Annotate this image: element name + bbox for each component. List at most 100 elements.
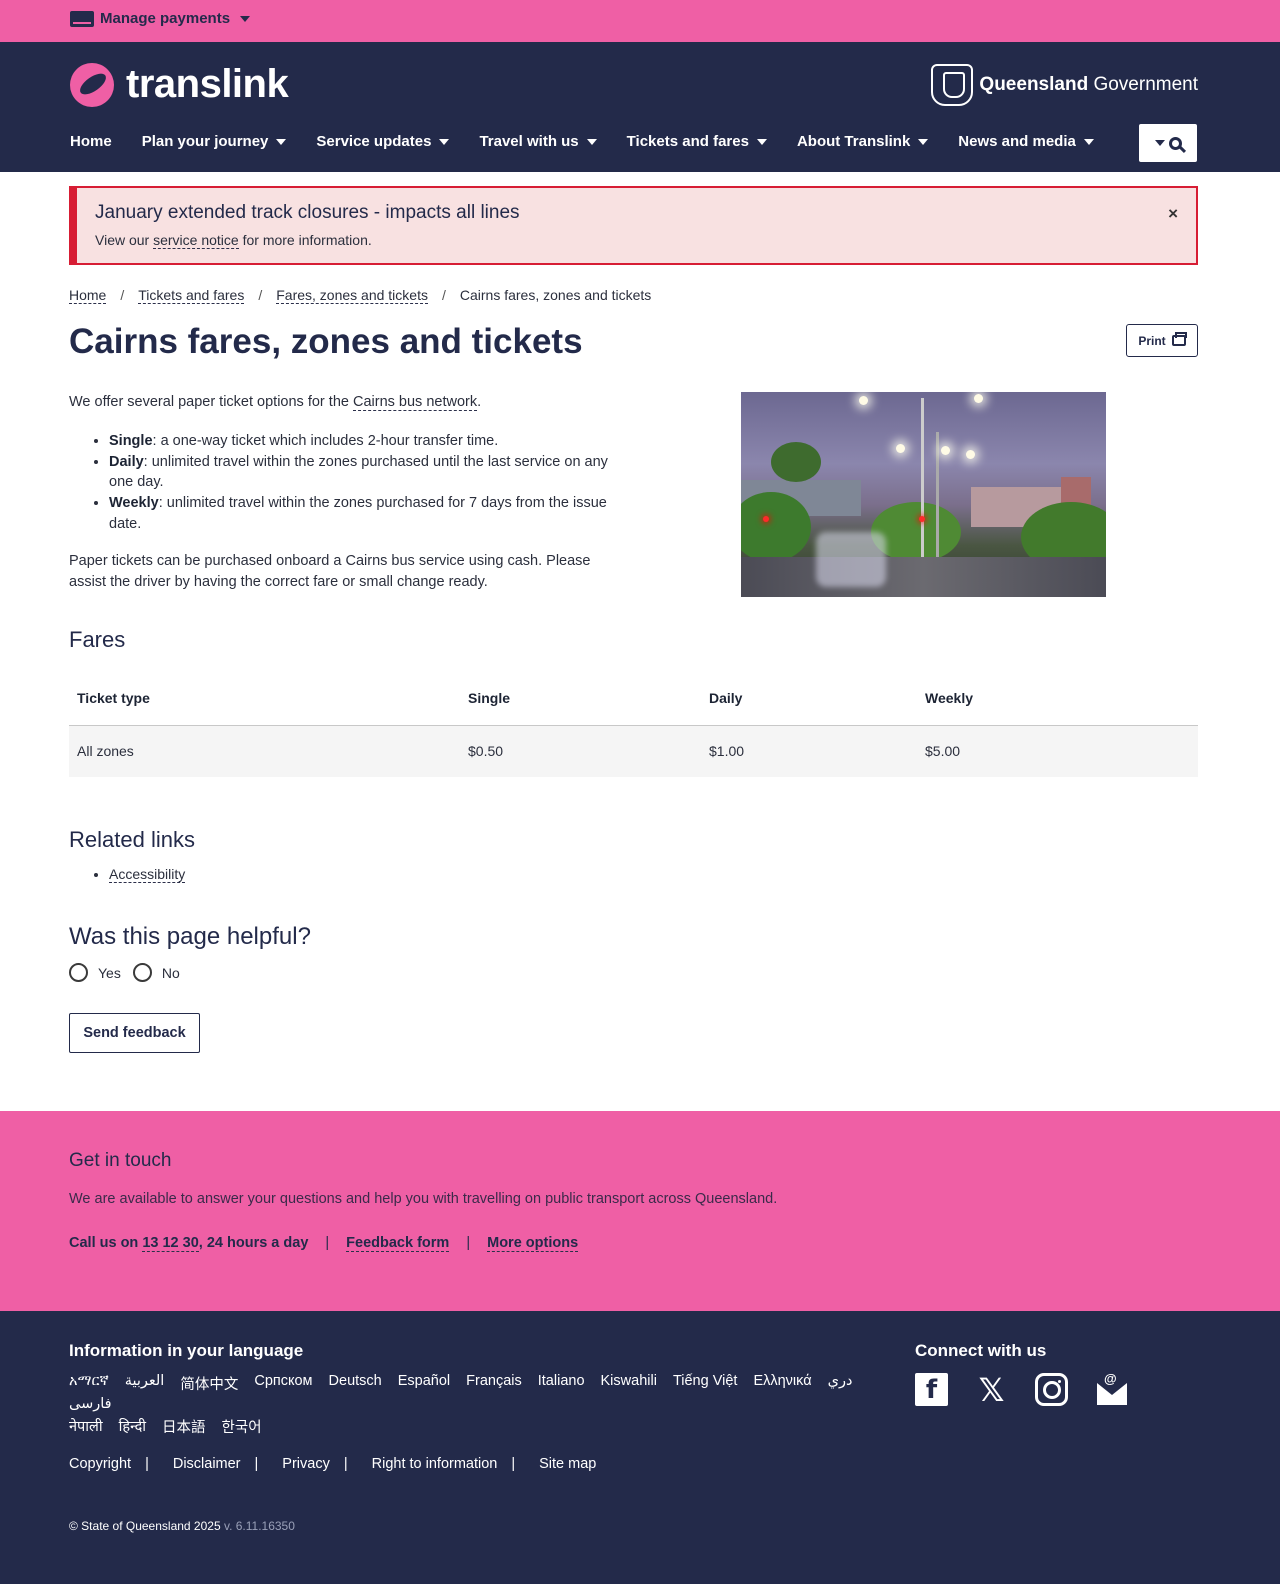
nav-about-translink[interactable]: About Translink (797, 133, 929, 150)
card-icon (70, 10, 94, 27)
language-link[interactable]: دري (828, 1373, 853, 1394)
disclaimer-link[interactable]: Disclaimer (173, 1456, 241, 1472)
print-label: Print (1138, 333, 1166, 348)
privacy-link[interactable]: Privacy (282, 1456, 330, 1472)
nav-news-and-media[interactable]: News and media (958, 133, 1094, 150)
photo-traffic-light (763, 516, 769, 522)
search-icon (1168, 136, 1182, 150)
translink-logo[interactable]: translink (70, 62, 289, 107)
fares-table: Ticket type Single Daily Weekly All zone… (69, 672, 1198, 777)
more-options-link[interactable]: More options (487, 1235, 579, 1252)
cairns-bus-network-link[interactable]: Cairns bus network (352, 394, 478, 411)
nav-travel-with-us[interactable]: Travel with us (479, 133, 597, 150)
qg-bold: Queensland (979, 74, 1089, 95)
phone-link[interactable]: 13 12 30 (142, 1235, 199, 1252)
nav-label: Home (70, 133, 112, 150)
list-item: Single: a one-way ticket which includes … (109, 431, 629, 452)
language-link[interactable]: አማርኛ (69, 1373, 109, 1394)
language-links: አማርኛ العربية 简体中文 Српском Deutsch Españo… (69, 1373, 889, 1437)
breadcrumb-current: Cairns fares, zones and tickets (459, 287, 652, 303)
breadcrumb-separator: / (120, 287, 125, 303)
x-icon[interactable]: 𝕏 (975, 1371, 1008, 1409)
call-before: Call us on (69, 1235, 143, 1251)
intro-section: We offer several paper ticket options fo… (69, 392, 629, 592)
photo-lamp (974, 394, 983, 403)
separator: | (466, 1235, 471, 1251)
nav-tickets-and-fares[interactable]: Tickets and fares (627, 133, 767, 150)
service-notice-link[interactable]: service notice (153, 232, 239, 249)
call-after: , 24 hours a day (198, 1235, 309, 1251)
breadcrumb-fares-zones-tickets[interactable]: Fares, zones and tickets (276, 287, 428, 304)
breadcrumb-home[interactable]: Home (69, 287, 107, 304)
language-link[interactable]: Ελληνικά (753, 1373, 811, 1394)
language-link[interactable]: فارسی (69, 1396, 112, 1412)
language-link[interactable]: Italiano (538, 1373, 585, 1394)
language-link[interactable]: 한국어 (222, 1416, 262, 1437)
social-links: f 𝕏 @ (915, 1371, 1128, 1409)
intro-paragraph: We offer several paper ticket options fo… (69, 392, 629, 413)
nav-home[interactable]: Home (70, 133, 112, 150)
language-link[interactable]: Français (466, 1373, 522, 1394)
photo-pole (921, 398, 924, 578)
site-map-link[interactable]: Site map (539, 1456, 596, 1472)
language-link[interactable]: Español (398, 1373, 450, 1394)
table-cell: $0.50 (460, 725, 701, 777)
separator: | (325, 1235, 330, 1251)
nav-plan-your-journey[interactable]: Plan your journey (142, 133, 287, 150)
search-button[interactable] (1139, 124, 1197, 162)
chevron-down-icon (1154, 140, 1165, 146)
close-icon[interactable]: × (1168, 204, 1178, 224)
email-icon[interactable]: @ (1095, 1371, 1128, 1406)
language-link[interactable]: नेपाली (69, 1416, 103, 1437)
manage-payments-menu[interactable]: Manage payments (70, 10, 251, 27)
language-link[interactable]: 简体中文 (180, 1373, 238, 1394)
breadcrumb-tickets-and-fares[interactable]: Tickets and fares (138, 287, 245, 304)
no-radio[interactable] (132, 963, 152, 982)
nav-label: Travel with us (479, 133, 579, 150)
instagram-icon[interactable] (1035, 1373, 1068, 1406)
queensland-government-logo[interactable]: Queensland Government (931, 64, 1198, 106)
feedback-form-link[interactable]: Feedback form (346, 1235, 450, 1252)
yes-radio[interactable] (69, 963, 88, 982)
coat-of-arms-icon (931, 64, 974, 106)
purchase-note: Paper tickets can be purchased onboard a… (69, 552, 591, 590)
chevron-down-icon (276, 138, 287, 145)
related-links-heading: Related links (69, 827, 195, 852)
chevron-down-icon (439, 138, 450, 145)
breadcrumb-separator: / (441, 287, 446, 303)
language-link[interactable]: Српском (254, 1373, 312, 1394)
photo-tree (741, 492, 811, 562)
contact-links: Call us on 13 12 30, 24 hours a day | Fe… (69, 1235, 579, 1252)
copyright-link[interactable]: Copyright (69, 1456, 131, 1472)
list-item: Daily: unlimited travel within the zones… (109, 452, 629, 494)
accessibility-link[interactable]: Accessibility (109, 866, 186, 883)
language-link[interactable]: हिन्दी (119, 1416, 146, 1437)
nav-label: Plan your journey (141, 133, 269, 150)
right-to-information-link[interactable]: Right to information (372, 1456, 498, 1472)
send-feedback-button[interactable]: Send feedback (69, 1013, 200, 1053)
chevron-down-icon (586, 138, 597, 145)
language-link[interactable]: 日本語 (162, 1416, 206, 1437)
utility-bar: Manage payments (0, 0, 1280, 42)
call-us-text: Call us on 13 12 30, 24 hours a day (69, 1235, 308, 1252)
language-link[interactable]: Tiếng Việt (673, 1373, 738, 1394)
site-header: translink Queensland Government Home Pla… (0, 42, 1280, 172)
connect-heading: Connect with us (915, 1341, 1047, 1360)
nav-service-updates[interactable]: Service updates (316, 133, 450, 150)
ticket-name: Weekly (109, 495, 159, 512)
alert-body: View our service notice for more informa… (95, 232, 372, 249)
nav-label: Service updates (316, 133, 432, 150)
column-header: Weekly (917, 672, 1198, 726)
language-link[interactable]: Kiswahili (601, 1373, 657, 1394)
column-header: Ticket type (69, 672, 460, 726)
photo-lamp (896, 444, 905, 453)
qg-text: Queensland Government (979, 74, 1198, 96)
ticket-name: Single (109, 432, 153, 449)
facebook-icon[interactable]: f (915, 1373, 948, 1406)
print-button[interactable]: Print (1126, 324, 1198, 357)
language-link[interactable]: العربية (125, 1373, 165, 1394)
ticket-desc: : unlimited travel within the zones purc… (109, 495, 607, 532)
manage-payments-label: Manage payments (100, 10, 231, 27)
language-link[interactable]: Deutsch (329, 1373, 382, 1394)
related-links-list: Accessibility (109, 866, 186, 883)
